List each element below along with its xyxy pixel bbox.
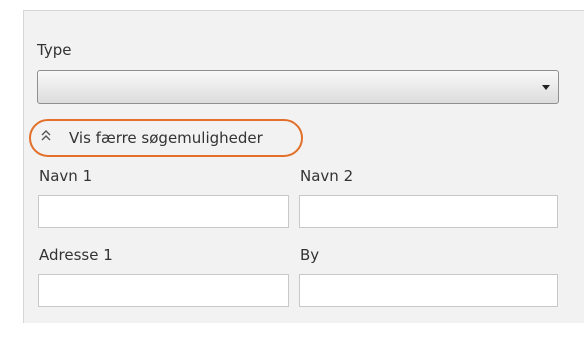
by-label: By xyxy=(300,246,320,264)
navn2-input[interactable] xyxy=(299,195,558,228)
navn2-label: Navn 2 xyxy=(300,167,354,185)
show-fewer-options-toggle[interactable]: Vis færre søgemuligheder xyxy=(29,119,303,157)
type-label: Type xyxy=(37,41,72,59)
type-dropdown[interactable] xyxy=(37,70,559,104)
by-input[interactable] xyxy=(299,274,558,307)
adresse1-label: Adresse 1 xyxy=(39,246,113,264)
navn1-input[interactable] xyxy=(38,195,289,228)
navn1-label: Navn 1 xyxy=(39,167,93,185)
double-chevron-up-icon xyxy=(41,130,51,144)
dropdown-arrow-icon xyxy=(542,85,550,90)
search-form-frame: Type Vis færre søgemuligheder Navn 1 Nav… xyxy=(0,0,584,338)
show-fewer-options-label: Vis færre søgemuligheder xyxy=(69,129,263,147)
adresse1-input[interactable] xyxy=(38,274,289,307)
